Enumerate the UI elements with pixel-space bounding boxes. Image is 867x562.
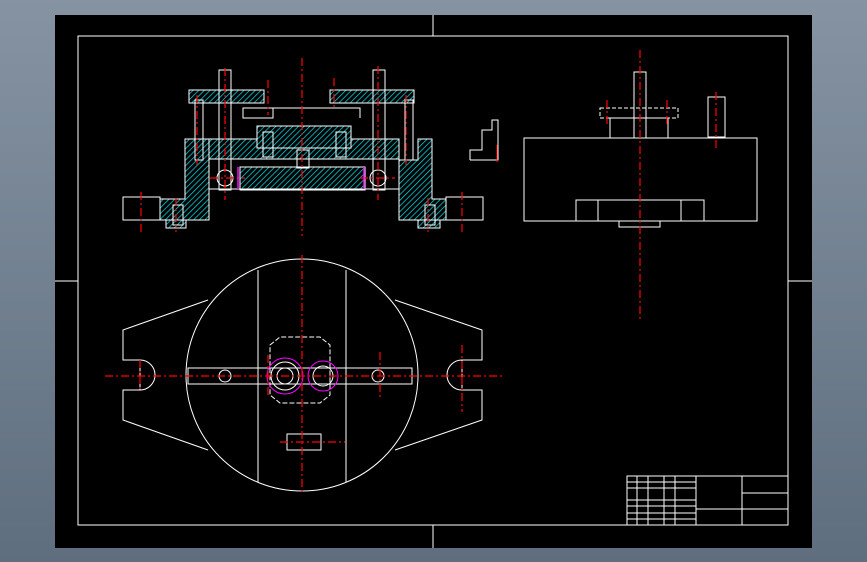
drawing-sheet xyxy=(55,15,812,548)
cad-viewport[interactable] xyxy=(0,0,867,562)
